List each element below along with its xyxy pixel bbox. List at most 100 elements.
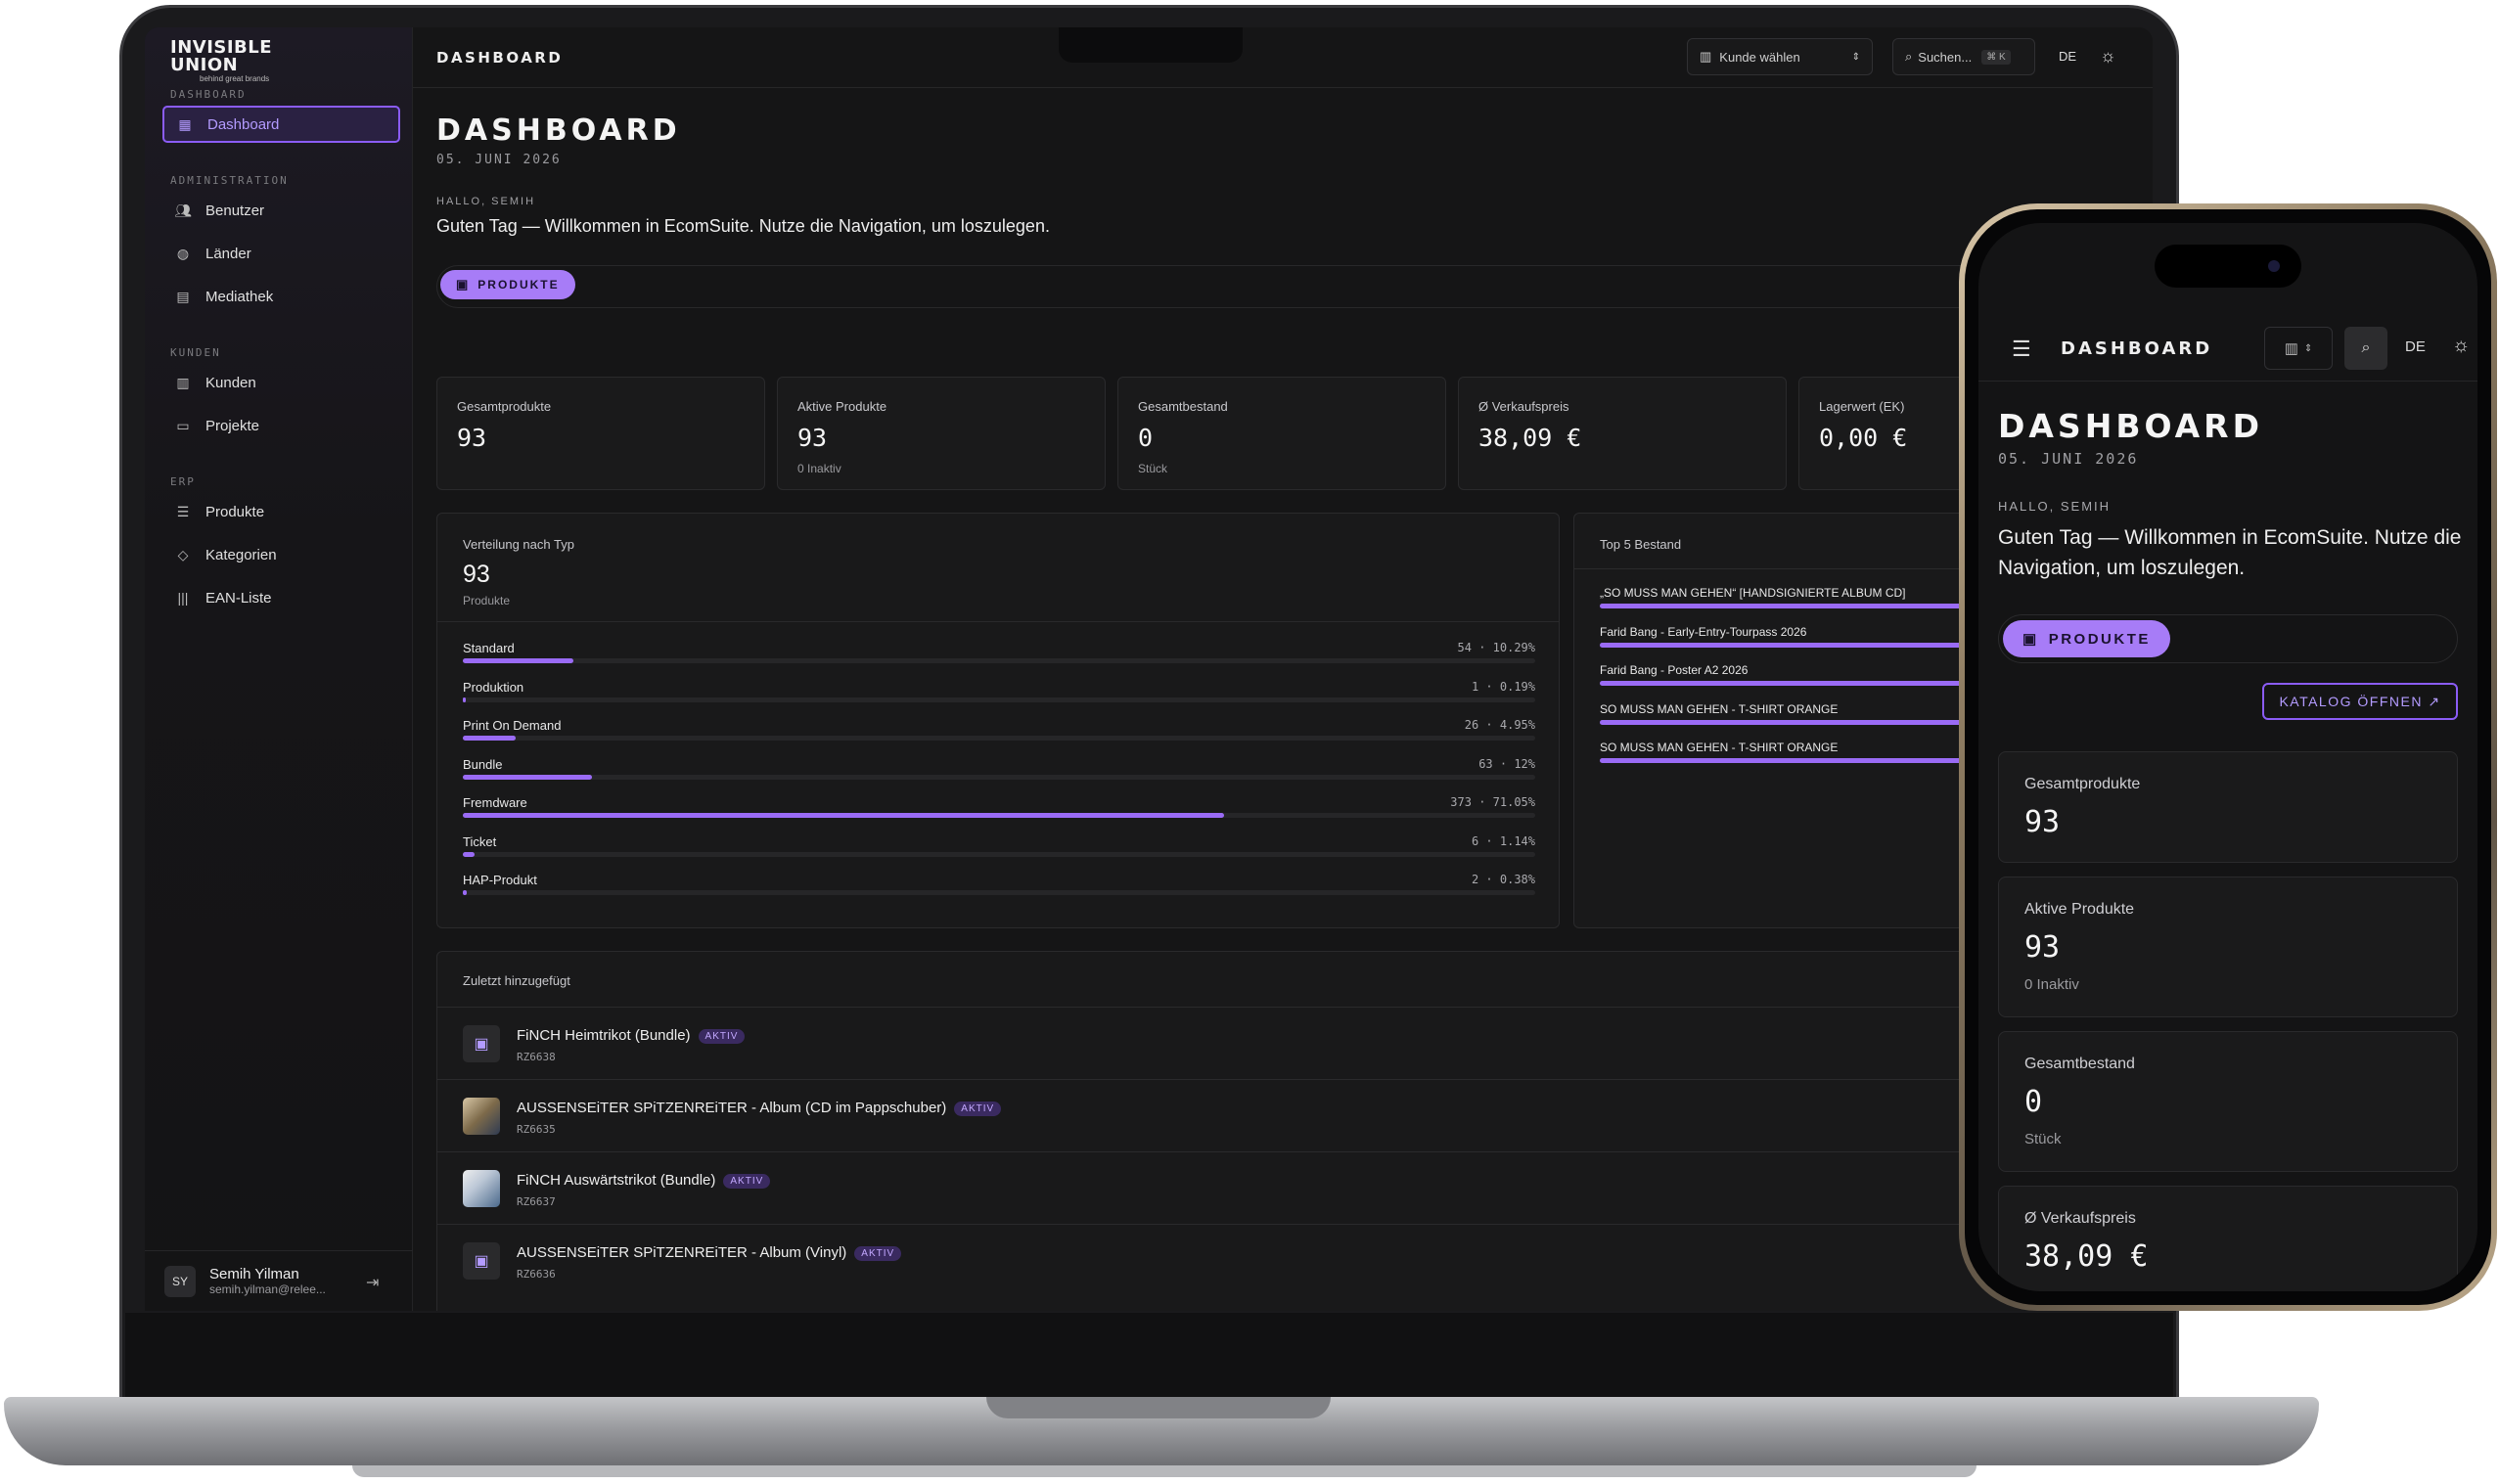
search-icon[interactable]: ⌕	[2344, 327, 2387, 370]
distribution-row-value: 54 · 10.29%	[1457, 641, 1535, 654]
stat-sub: 0 Inaktiv	[2024, 976, 2079, 993]
progress-fill	[463, 851, 476, 857]
avatar: SY	[164, 1265, 196, 1297]
sun-icon[interactable]: ☼	[2100, 46, 2116, 67]
globe-icon: ◍	[176, 245, 190, 261]
sidebar-item-label: Länder	[205, 245, 251, 262]
sidebar-item-ean-liste[interactable]: ||| EAN-Liste	[162, 579, 400, 616]
stat-card: Gesamtprodukte 93	[1998, 751, 2458, 863]
sun-icon[interactable]: ☼	[2452, 335, 2470, 357]
stat-value: 93	[2024, 805, 2061, 839]
laptop-hinge	[986, 1397, 1331, 1418]
stat-card: Aktive Produkte 93 0 Inaktiv	[1998, 877, 2458, 1017]
distribution-title: Verteilung nach Typ	[463, 537, 574, 552]
sidebar-item-label: Projekte	[205, 417, 260, 434]
sidebar-item-label: Produkte	[205, 503, 265, 520]
section-label-kunden: KUNDEN	[170, 346, 221, 359]
stat-label: Aktive Produkte	[797, 399, 887, 414]
top5-row-label: „SO MUSS MAN GEHEN“ [HANDSIGNIERTE ALBUM…	[1600, 586, 1906, 600]
page-title: DASHBOARD	[1998, 407, 2263, 445]
recent-product-row[interactable]: AUSSENSEiTER SPiTZENREiTER - Album (CD i…	[437, 1079, 2153, 1151]
product-name-line: AUSSENSEiTER SPiTZENREiTER - Album (Viny…	[517, 1244, 902, 1261]
open-catalog-button[interactable]: KATALOG ÖFFNEN ↗	[2262, 683, 2458, 720]
distribution-row: Fremdware 373 · 71.05%	[463, 795, 1535, 829]
status-badge: AKTIV	[954, 1101, 1002, 1116]
recent-products-card: Zuletzt hinzugefügt ▣ FiNCH Heimtrikot (B…	[436, 951, 2153, 1311]
shopping-bag-icon: ▣	[463, 1242, 500, 1280]
sidebar-item-label: Benutzer	[205, 202, 265, 219]
user-email: semih.yilman@relee...	[209, 1282, 326, 1296]
logout-icon[interactable]: ⇥	[366, 1273, 379, 1292]
stat-sub: 0 Inaktiv	[797, 462, 841, 475]
stat-value: 93	[457, 424, 487, 452]
recent-product-row[interactable]: ▣ AUSSENSEiTER SPiTZENREiTER - Album (Vin…	[437, 1224, 2153, 1296]
products-pill-label: PRODUKTE	[2048, 630, 2151, 648]
customer-select[interactable]: ▥ ⇕	[2264, 327, 2333, 370]
distribution-total: 93	[463, 561, 490, 588]
stat-value: 38,09 €	[1478, 424, 1582, 452]
product-sku: RZ6635	[517, 1123, 556, 1136]
sidebar-item-label: EAN-Liste	[205, 589, 272, 607]
language-switch[interactable]: DE	[2059, 49, 2076, 64]
search-placeholder: Suchen...	[1918, 49, 1973, 65]
stat-card: Ø Verkaufspreis 38,09 €	[1458, 377, 1787, 490]
phone-top-bar: ☰ DASHBOARD ▥ ⇕ ⌕ DE ☼	[1978, 313, 2477, 382]
stat-label: Gesamtprodukte	[457, 399, 552, 414]
sidebar-item-benutzer[interactable]: 👥︎ Benutzer	[162, 192, 400, 229]
sidebar-item-laender[interactable]: ◍ Länder	[162, 235, 400, 272]
recent-title: Zuletzt hinzugefügt	[463, 973, 570, 988]
user-name: Semih Yilman	[209, 1266, 299, 1282]
welcome-text: Guten Tag — Willkommen in EcomSuite. Nut…	[436, 216, 1050, 236]
brand-logo[interactable]: INVISIBLE UNION behind great brands	[170, 39, 317, 88]
products-pill-button[interactable]: ▣ PRODUKTE	[2003, 620, 2170, 657]
distribution-row-value: 2 · 0.38%	[1471, 873, 1535, 886]
welcome-text: Guten Tag — Willkommen in EcomSuite. Nut…	[1998, 526, 2462, 579]
stat-card: Gesamtbestand 0 Stück	[1998, 1031, 2458, 1172]
user-profile[interactable]: SY Semih Yilman semih.yilman@relee... ⇥	[145, 1250, 413, 1311]
file-icon: ▤	[176, 288, 190, 304]
stat-sub: Stück	[1138, 462, 1168, 475]
stat-value: 0	[1138, 424, 1154, 452]
progress-fill	[463, 697, 466, 702]
products-pill-button[interactable]: ▣ PRODUKTE	[440, 270, 575, 299]
laptop-foot	[352, 1465, 1976, 1477]
stat-sub: Stück	[2024, 1131, 2062, 1147]
progress-track	[463, 851, 1535, 857]
product-name: FiNCH Auswärtstrikot (Bundle)	[517, 1172, 716, 1189]
distribution-row: Print On Demand 26 · 4.95%	[463, 718, 1535, 751]
sidebar-item-kunden[interactable]: ▥ Kunden	[162, 364, 400, 401]
product-name: FiNCH Heimtrikot (Bundle)	[517, 1027, 691, 1044]
language-switch[interactable]: DE	[2405, 338, 2426, 355]
building-icon: ▥	[176, 374, 190, 390]
distribution-row-value: 373 · 71.05%	[1450, 795, 1535, 809]
customer-select[interactable]: ▥ Kunde wählen ⇕	[1687, 38, 1873, 75]
laptop-screen: INVISIBLE UNION behind great brands DASH…	[145, 27, 2153, 1311]
camera-notch	[1059, 27, 1243, 63]
progress-track	[463, 736, 1535, 741]
distribution-row: Standard 54 · 10.29%	[463, 641, 1535, 674]
menu-icon[interactable]: ☰	[2012, 337, 2031, 362]
sidebar-item-dashboard[interactable]: ▦ Dashboard	[162, 106, 400, 143]
progress-fill	[463, 774, 593, 780]
distribution-row: Bundle 63 · 12%	[463, 757, 1535, 790]
barcode-icon: |||	[177, 590, 189, 606]
sidebar-item-mediathek[interactable]: ▤ Mediathek	[162, 278, 400, 315]
search-button[interactable]: ⌕ Suchen... ⌘ K	[1892, 38, 2035, 75]
sidebar-item-produkte[interactable]: ☰ Produkte	[162, 493, 400, 530]
status-badge: AKTIV	[854, 1245, 902, 1261]
stat-card: Aktive Produkte 93 0 Inaktiv	[777, 377, 1106, 490]
stat-label: Ø Verkaufspreis	[2024, 1210, 2136, 1227]
sidebar-item-projekte[interactable]: ▭ Projekte	[162, 407, 400, 444]
phone-bezel: ☰ DASHBOARD ▥ ⇕ ⌕ DE ☼ DASHBOARD 05. JUN…	[1965, 209, 2491, 1305]
recent-product-row[interactable]: FiNCH Auswärtstrikot (Bundle) AKTIV RZ6637	[437, 1151, 2153, 1224]
quick-actions-bar: ▣ PRODUKTE	[1998, 614, 2458, 663]
recent-product-row[interactable]: ▣ FiNCH Heimtrikot (Bundle) AKTIV RZ6638	[437, 1007, 2153, 1079]
phone-screen: ☰ DASHBOARD ▥ ⇕ ⌕ DE ☼ DASHBOARD 05. JUN…	[1978, 223, 2477, 1291]
stat-value: 93	[2024, 930, 2061, 965]
folder-icon: ▭	[176, 417, 190, 433]
product-thumbnail	[463, 1098, 500, 1135]
sidebar-item-kategorien[interactable]: ◇ Kategorien	[162, 536, 400, 573]
customer-select-label: Kunde wählen	[1719, 49, 1800, 65]
distribution-row-value: 1 · 0.19%	[1471, 679, 1535, 694]
distribution-unit: Produkte	[463, 594, 511, 607]
